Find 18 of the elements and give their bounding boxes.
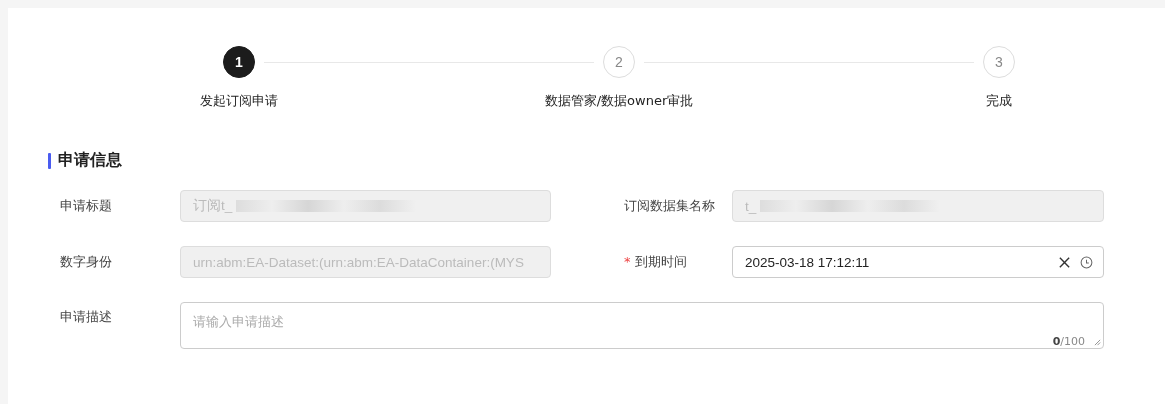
step-number: 1	[223, 46, 255, 78]
step-label: 完成	[986, 92, 1012, 110]
field-label: 订阅数据集名称	[624, 198, 715, 213]
clear-icon[interactable]	[1058, 255, 1071, 269]
character-count: 0/100	[1052, 335, 1085, 348]
field-label: 到期时间	[634, 254, 687, 269]
field-label: 数字身份	[60, 254, 112, 269]
section-bar	[48, 152, 51, 169]
section-title: 申请信息	[58, 150, 122, 171]
field-label: 申请描述	[60, 309, 112, 324]
clock-icon[interactable]	[1080, 255, 1093, 269]
required-mark: *	[624, 254, 631, 269]
description-field[interactable]: 请输入申请描述 0/100	[180, 302, 1104, 349]
date-time-field[interactable]: 2025-03-18 17:12:11	[732, 246, 1104, 278]
step-label: 数据管家/数据owner审批	[544, 92, 694, 110]
resize-handle-icon[interactable]	[1094, 339, 1101, 346]
step-label: 发起订阅申请	[200, 92, 278, 110]
field-label: 申请标题	[60, 198, 112, 213]
